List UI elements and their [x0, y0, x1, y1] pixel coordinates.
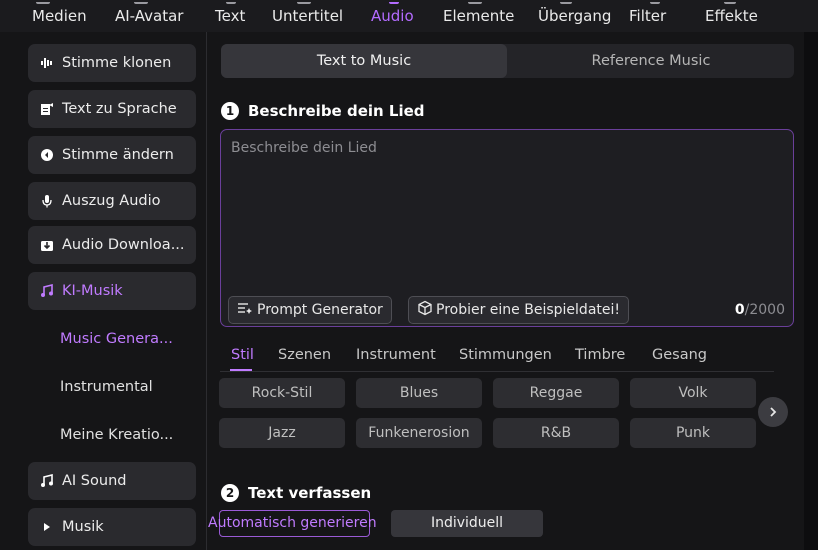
step-number-badge: 2 [221, 484, 239, 502]
cube-icon [417, 300, 433, 320]
step-number-badge: 1 [221, 102, 239, 120]
style-chip-reggae[interactable]: Reggae [493, 378, 619, 408]
tab-text-to-music[interactable]: Text to Music [221, 44, 507, 78]
tab-gesang[interactable]: Gesang [652, 347, 707, 363]
sidebar-item-label: Musik [62, 519, 104, 535]
sound-icon [40, 473, 54, 488]
sidebar-item-stimme-aendern[interactable]: Stimme ändern [28, 136, 196, 174]
tab-instrument[interactable]: Instrument [356, 347, 436, 363]
sidebar-item-auszug-audio[interactable]: Auszug Audio [28, 182, 196, 220]
avatar-icon [134, 0, 148, 4]
section-title-text: Beschreibe dein Lied [248, 102, 425, 120]
counter-max: /2000 [744, 302, 785, 318]
custom-lyrics-button[interactable]: Individuell [391, 510, 543, 537]
document-edit-icon [40, 102, 54, 116]
style-chip-funkenerosion[interactable]: Funkenerosion [356, 418, 482, 448]
sidebar-item-text-zu-sprache[interactable]: Text zu Sprache [28, 90, 196, 128]
transition-icon [560, 0, 572, 4]
voice-change-icon [40, 148, 54, 162]
tab-audio[interactable]: Audio [371, 7, 414, 25]
sidebar-item-label: Audio Downloa... [62, 237, 185, 253]
sidebar-item-label: Stimme ändern [62, 147, 174, 163]
style-chip-blues[interactable]: Blues [356, 378, 482, 408]
example-file-label: Probier eine Beispieldatei! [436, 302, 620, 318]
tab-medien[interactable]: Medien [32, 7, 87, 25]
filter-icon [650, 0, 660, 4]
sidebar-item-label: KI-Musik [62, 283, 123, 299]
auto-generate-button[interactable]: Automatisch generieren [208, 510, 377, 537]
waveform-icon [40, 56, 54, 70]
style-chip-punk[interactable]: Punk [630, 418, 756, 448]
sidebar-item-label: Auszug Audio [62, 193, 161, 209]
top-menu-bar: Medien AI-Avatar Text Untertitel Audio E… [0, 0, 818, 32]
tab-ai-avatar[interactable]: AI-Avatar [115, 7, 183, 25]
sidebar-subitem-music-generator[interactable]: Music Genera... [60, 331, 173, 347]
chevron-right-icon [767, 403, 779, 422]
example-file-button[interactable]: Probier eine Beispieldatei! [408, 296, 629, 324]
prompt-list-icon [237, 301, 253, 319]
description-input[interactable] [229, 138, 788, 282]
sidebar-item-ai-sound[interactable]: AI Sound [28, 462, 196, 500]
tab-stimmungen[interactable]: Stimmungen [459, 347, 552, 363]
sidebar-item-stimme-klonen[interactable]: Stimme klonen [28, 44, 196, 82]
active-tab-indicator [230, 369, 252, 371]
prompt-generator-label: Prompt Generator [257, 302, 383, 318]
ai-music-icon [40, 283, 54, 298]
style-chip-rock[interactable]: Rock-Stil [219, 378, 345, 408]
style-chip-jazz[interactable]: Jazz [219, 418, 345, 448]
sidebar-item-musik[interactable]: Musik [28, 508, 196, 546]
mode-tab-bar: Text to Music Reference Music [221, 44, 794, 78]
sidebar-item-audio-download[interactable]: Audio Downloa... [28, 226, 196, 264]
tab-uebergang[interactable]: Übergang [538, 7, 611, 25]
text-icon [226, 0, 236, 4]
prompt-generator-button[interactable]: Prompt Generator [228, 296, 392, 324]
sidebar-item-label: AI Sound [62, 473, 127, 489]
effects-icon [724, 0, 736, 4]
subtitle-icon [297, 0, 311, 4]
caret-right-icon [40, 520, 54, 534]
microphone-icon [40, 194, 54, 208]
section-describe-title: 1 Beschreibe dein Lied [221, 102, 425, 120]
category-divider [220, 371, 774, 372]
tab-stil[interactable]: Stil [231, 347, 254, 363]
next-styles-button[interactable] [758, 397, 788, 427]
download-box-icon [40, 238, 54, 252]
medien-icon [36, 0, 50, 4]
tab-elemente[interactable]: Elemente [443, 7, 514, 25]
sidebar-item-label: Text zu Sprache [62, 101, 177, 117]
panel-divider [206, 32, 207, 550]
right-edge [804, 32, 818, 550]
section-title-text: Text verfassen [248, 484, 372, 502]
tab-filter[interactable]: Filter [629, 7, 666, 25]
character-counter: 0/2000 [735, 302, 785, 318]
sidebar-subitem-meine-kreationen[interactable]: Meine Kreatio... [60, 427, 173, 443]
tab-szenen[interactable]: Szenen [278, 347, 331, 363]
section-lyrics-title: 2 Text verfassen [221, 484, 371, 502]
tab-reference-music[interactable]: Reference Music [508, 44, 794, 78]
audio-icon [389, 0, 399, 4]
sidebar-item-ki-musik[interactable]: KI-Musik [28, 272, 196, 310]
elements-icon [468, 0, 482, 4]
tab-untertitel[interactable]: Untertitel [272, 7, 343, 25]
counter-current: 0 [734, 302, 745, 318]
tab-timbre[interactable]: Timbre [575, 347, 625, 363]
description-box: Prompt Generator Probier eine Beispielda… [220, 129, 794, 327]
tab-effekte[interactable]: Effekte [705, 7, 758, 25]
style-chip-rnb[interactable]: R&B [493, 418, 619, 448]
sidebar-subitem-instrumental[interactable]: Instrumental [60, 379, 153, 395]
sidebar-item-label: Stimme klonen [62, 55, 172, 71]
tab-text[interactable]: Text [215, 7, 245, 25]
style-chip-volk[interactable]: Volk [630, 378, 756, 408]
